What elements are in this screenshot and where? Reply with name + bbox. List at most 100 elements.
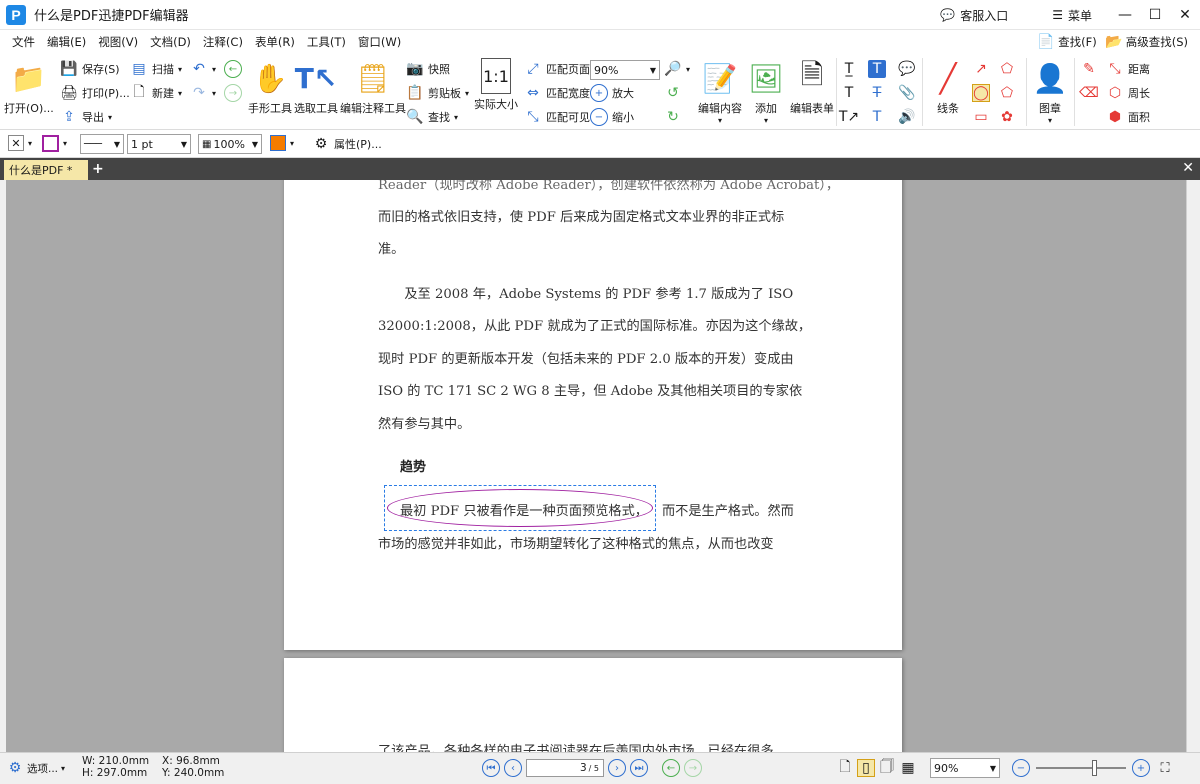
actual-size-button[interactable]: 1:1 实际大小 xyxy=(474,58,518,112)
strikeout-tool[interactable]: T xyxy=(868,84,886,102)
lines-button[interactable]: ╱ 线条 xyxy=(928,58,968,116)
stroke-none-select[interactable]: ✕ ▾ xyxy=(8,135,32,151)
rotate-right-button[interactable]: ↻ xyxy=(664,108,682,126)
line-style-select[interactable]: ─── ▼ xyxy=(80,134,124,154)
zoom-out-button[interactable]: − 缩小 xyxy=(590,108,634,126)
eraser-tool[interactable]: ⌫ xyxy=(1079,84,1099,102)
options-gear-icon: ⚙ xyxy=(8,760,22,776)
scan-button[interactable]: ▤ 扫描 ▾ xyxy=(130,60,182,78)
rectangle-tool[interactable]: ▭ xyxy=(972,108,990,126)
fill-color-select[interactable]: ▾ xyxy=(270,135,294,151)
vertical-scrollbar[interactable] xyxy=(1186,180,1200,752)
add-tab-icon[interactable]: + xyxy=(92,161,104,177)
polygon-filled-tool[interactable]: ⬠ xyxy=(998,84,1016,102)
forward-button[interactable]: → xyxy=(224,84,242,102)
note-tool[interactable]: 💬 xyxy=(898,60,916,78)
back-button[interactable]: ← xyxy=(224,60,242,78)
zoom-out-icon[interactable]: − xyxy=(1012,759,1030,777)
single-page-icon[interactable]: 🗋 xyxy=(836,759,854,777)
undo-button[interactable]: ↶ ▾ xyxy=(190,60,216,78)
stroke-color-select[interactable]: ▾ xyxy=(42,135,67,152)
menu-view[interactable]: 视图(V) xyxy=(92,34,144,50)
continuous-page-icon[interactable]: ▯ xyxy=(857,759,875,777)
polygon-tool[interactable]: ⬠ xyxy=(998,60,1016,78)
export-button[interactable]: ⇪ 导出 ▾ xyxy=(60,108,112,126)
facing-pages-icon[interactable]: 🗍 xyxy=(878,759,896,777)
find-tool-button[interactable]: 🔍 查找 ▾ xyxy=(406,108,458,126)
last-page-icon[interactable]: ⏭ xyxy=(630,759,648,777)
status-zoom-select[interactable]: 90% ▼ xyxy=(930,758,1000,778)
properties-button[interactable]: ⚙ 属性(P)... xyxy=(312,135,382,153)
open-button[interactable]: 📁 打开(O)... xyxy=(4,58,54,116)
menu-comment[interactable]: 注释(C) xyxy=(197,34,249,50)
menu-form[interactable]: 表单(R) xyxy=(249,34,301,50)
minimize-button[interactable]: — xyxy=(1110,0,1140,30)
select-tool-button[interactable]: T↖ 选取工具 xyxy=(294,58,338,116)
add-button[interactable]: 🖼 添加 ▾ xyxy=(746,58,786,126)
print-button[interactable]: 🖨 打印(P)... xyxy=(60,84,130,102)
area-tool[interactable]: ⬢ 面积 xyxy=(1106,108,1150,126)
rotate-left-button[interactable]: ↺ xyxy=(664,84,682,102)
clipboard-button[interactable]: 📋 剪贴板 ▾ xyxy=(406,84,469,102)
next-page-icon[interactable]: › xyxy=(608,759,626,777)
fit-visible-button[interactable]: ⤡ 匹配可见 xyxy=(524,108,590,126)
edit-annotation-tool-button[interactable]: 🗒 编辑注释工具 xyxy=(340,58,406,116)
edit-form-button[interactable]: 🗎 编辑表单 xyxy=(790,58,834,116)
redo-button[interactable]: ↷ ▾ xyxy=(190,84,216,102)
zoom-tool-button[interactable]: 🔎 ▾ xyxy=(664,60,690,78)
edit-content-button[interactable]: 📝 编辑内容 ▾ xyxy=(698,58,742,126)
maximize-button[interactable]: ☐ xyxy=(1140,0,1170,30)
sound-tool[interactable]: 🔊 xyxy=(898,108,916,126)
advanced-find-button[interactable]: 📂 高级查找(S) xyxy=(1105,33,1188,51)
menu-edit[interactable]: 编辑(E) xyxy=(41,34,92,50)
continuous-facing-icon[interactable]: ▦ xyxy=(899,759,917,777)
arrow-tool[interactable]: ↗ xyxy=(972,60,990,78)
zoom-in-icon[interactable]: + xyxy=(1132,759,1150,777)
customer-service-link[interactable]: 💬 客服入口 xyxy=(940,7,1008,24)
pencil-tool[interactable]: ✎ xyxy=(1080,60,1098,78)
eraser-icon: ⌫ xyxy=(1079,85,1099,101)
opacity-select[interactable]: ▦ 100% ▼ xyxy=(198,134,262,154)
snapshot-button[interactable]: 📷 快照 xyxy=(406,60,450,78)
menu-button[interactable]: ☰ 菜单 xyxy=(1052,7,1092,24)
find-button[interactable]: 📄 查找(F) xyxy=(1037,33,1096,51)
perimeter-tool[interactable]: ⬡ 周长 xyxy=(1106,84,1150,102)
zoom-slider-thumb[interactable] xyxy=(1092,760,1097,776)
page-number-input[interactable]: 3/ 5 xyxy=(526,759,604,777)
options-button[interactable]: ⚙ 选项... ▾ xyxy=(6,759,65,777)
attach-tool[interactable]: 📎 xyxy=(898,84,916,102)
document-canvas[interactable]: Reader（现时改称 Adobe Reader），创建软件依然称为 Adobe… xyxy=(6,180,1186,752)
new-button[interactable]: 🗋 新建 ▾ xyxy=(130,84,182,102)
zoom-slider[interactable] xyxy=(1036,760,1126,776)
save-button[interactable]: 💾 保存(S) xyxy=(60,60,119,78)
prev-page-icon[interactable]: ‹ xyxy=(504,759,522,777)
underline-tool[interactable]: T xyxy=(868,108,886,126)
menu-file[interactable]: 文件 xyxy=(6,34,41,50)
menu-tools[interactable]: 工具(T) xyxy=(301,34,352,50)
text-box-tool[interactable]: T xyxy=(840,84,858,102)
zoom-in-button[interactable]: + 放大 xyxy=(590,84,634,102)
stamp-button[interactable]: 👤 图章 ▾ xyxy=(1030,58,1070,126)
line-width-select[interactable]: 1 pt ▼ xyxy=(127,134,191,154)
first-page-icon[interactable]: ⏮ xyxy=(482,759,500,777)
hand-tool-button[interactable]: ✋ 手形工具 xyxy=(248,58,292,116)
distance-tool[interactable]: ⤡ 距离 xyxy=(1106,60,1150,78)
cloud-tool[interactable]: ✿ xyxy=(998,108,1016,126)
text-field-tool[interactable]: T̲ xyxy=(840,60,858,78)
menu-window[interactable]: 窗口(W) xyxy=(352,34,407,50)
oval-annotation[interactable] xyxy=(387,489,653,527)
close-button[interactable]: ✕ xyxy=(1170,0,1200,30)
oval-tool[interactable]: ◯ xyxy=(972,84,990,102)
typewriter-tool[interactable]: T xyxy=(868,60,886,78)
tab-document[interactable]: 什么是PDF * xyxy=(4,160,88,180)
actual-size-icon: 1:1 xyxy=(481,58,511,94)
forward-view-icon[interactable]: → xyxy=(684,759,702,777)
fit-page-button[interactable]: ⤢ 匹配页面 xyxy=(524,60,590,78)
callout-tool[interactable]: T↗ xyxy=(839,108,859,126)
zoom-select[interactable]: 90% ▼ xyxy=(590,60,660,80)
back-view-icon[interactable]: ← xyxy=(662,759,680,777)
menu-document[interactable]: 文档(D) xyxy=(144,34,197,50)
close-tab-icon[interactable]: ✕ xyxy=(1182,160,1194,176)
fullscreen-icon[interactable]: ⛶ xyxy=(1156,759,1174,777)
fit-width-button[interactable]: ⇔ 匹配宽度 xyxy=(524,84,590,102)
